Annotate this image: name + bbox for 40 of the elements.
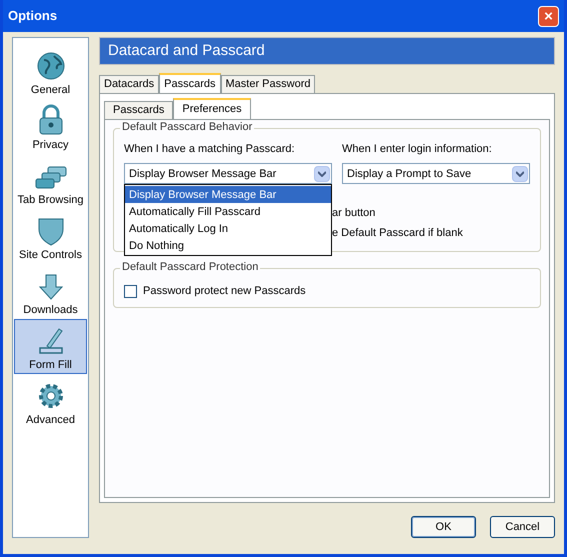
caret-icon: [318, 170, 326, 177]
dropdown-option[interactable]: Do Nothing: [125, 237, 331, 254]
dropdown-option[interactable]: Automatically Fill Passcard: [125, 203, 331, 220]
down-arrow-icon: [38, 273, 64, 301]
dropdown-arrow-button[interactable]: [314, 166, 330, 182]
dropdown[interactable]: Display a Prompt to Save: [342, 163, 530, 184]
page-header: Datacard and Passcard: [99, 37, 555, 65]
sidebar-item[interactable]: Privacy: [14, 99, 87, 154]
option-label: e Default Passcard if blank: [332, 226, 464, 240]
tab[interactable]: Master Password: [220, 74, 316, 93]
tab[interactable]: Preferences: [173, 98, 251, 119]
checkbox[interactable]: [124, 284, 137, 298]
sidebar-item[interactable]: Tab Browsing: [14, 154, 87, 209]
dialog-button[interactable]: OK: [411, 516, 476, 538]
sidebar-item[interactable]: Downloads: [14, 264, 87, 319]
sidebar-item[interactable]: Advanced: [14, 374, 87, 429]
checkbox-label: Password protect new Passcards: [143, 284, 306, 299]
pen-icon: [36, 326, 64, 356]
window-title: Options: [8, 7, 58, 26]
sidebar-item[interactable]: Form Fill: [14, 319, 87, 374]
shield-icon: [36, 216, 64, 246]
dropdown-arrow-button[interactable]: [512, 166, 528, 182]
group-legend: Default Passcard Behavior: [120, 122, 254, 133]
dropdown[interactable]: Display Browser Message Bar: [124, 163, 332, 184]
tab[interactable]: Datacards: [99, 74, 160, 93]
dropdown-option[interactable]: Automatically Log In: [125, 220, 331, 238]
close-button[interactable]: ×: [538, 6, 559, 26]
sidebar-item[interactable]: General: [14, 44, 87, 99]
tab[interactable]: Passcards: [104, 100, 174, 119]
sidebar-item[interactable]: Site Controls: [14, 209, 87, 264]
field-label: When I have a matching Passcard:: [124, 142, 296, 157]
group-legend: Default Passcard Protection: [120, 262, 260, 273]
field-label: When I enter login information:: [342, 142, 493, 157]
option-label: ar button: [332, 206, 376, 220]
dialog-button[interactable]: Cancel: [490, 516, 555, 538]
dropdown-option[interactable]: Display Browser Message Bar: [125, 186, 331, 204]
windows-icon: [34, 165, 68, 191]
globe-icon: [36, 51, 66, 81]
tab[interactable]: Passcards: [159, 72, 220, 93]
caret-icon: [516, 170, 524, 177]
